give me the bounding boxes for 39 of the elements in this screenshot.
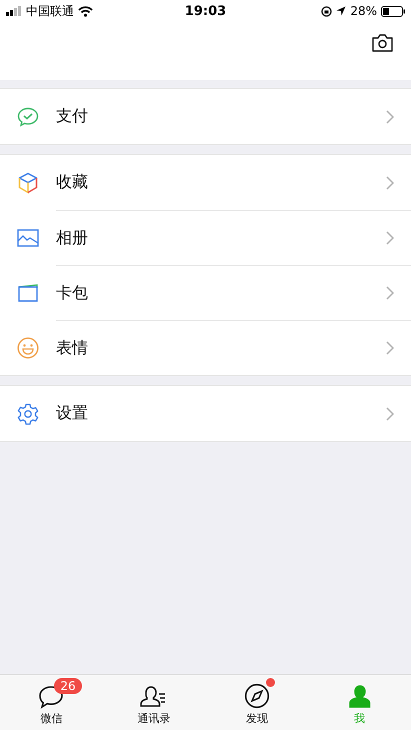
tab-item[interactable]: 26 微信 — [0, 675, 103, 730]
menu-label: 设置 — [56, 403, 88, 424]
camera-icon[interactable] — [372, 34, 393, 52]
menu-label: 支付 — [56, 106, 88, 127]
battery-percent: 28% — [350, 4, 377, 18]
menu-item[interactable]: 收藏 — [0, 155, 411, 210]
compass-icon — [244, 683, 270, 709]
smiley-icon — [17, 336, 39, 358]
cube-icon — [18, 172, 38, 194]
unread-count-badge: 26 — [54, 678, 82, 694]
menu-label: 卡包 — [56, 282, 88, 304]
menu-label: 表情 — [56, 338, 88, 358]
signal-icon — [6, 6, 22, 16]
location-arrow-icon — [336, 6, 346, 16]
carrier-name: 中国联通 — [26, 2, 74, 20]
tab-item[interactable]: 发现 — [206, 675, 308, 730]
rotation-lock-icon — [321, 6, 332, 16]
image-icon — [17, 228, 39, 246]
menu-item[interactable]: 支付 — [0, 89, 411, 144]
chevron-icon — [386, 110, 394, 124]
chat-check-icon — [17, 106, 39, 126]
wallet-icon — [17, 282, 39, 302]
chevron-icon — [386, 176, 394, 190]
settings-icon — [17, 402, 39, 424]
menu-label: 相册 — [56, 228, 88, 248]
chevron-icon — [386, 406, 394, 420]
menu-item[interactable]: 卡包 — [0, 265, 411, 320]
tab-item[interactable]: 通讯录 — [102, 675, 206, 730]
chevron-icon — [386, 286, 394, 300]
menu-item[interactable]: 相册 — [0, 210, 411, 265]
clock-time: 19:03 — [184, 4, 226, 18]
chevron-icon — [386, 341, 394, 355]
wifi-icon — [78, 6, 93, 16]
menu-label: 收藏 — [56, 172, 88, 193]
menu-item[interactable]: 设置 — [0, 386, 411, 441]
person-icon — [346, 685, 373, 709]
battery-icon — [380, 6, 405, 16]
menu-item[interactable]: 表情 — [0, 320, 411, 375]
chevron-icon — [386, 231, 394, 245]
